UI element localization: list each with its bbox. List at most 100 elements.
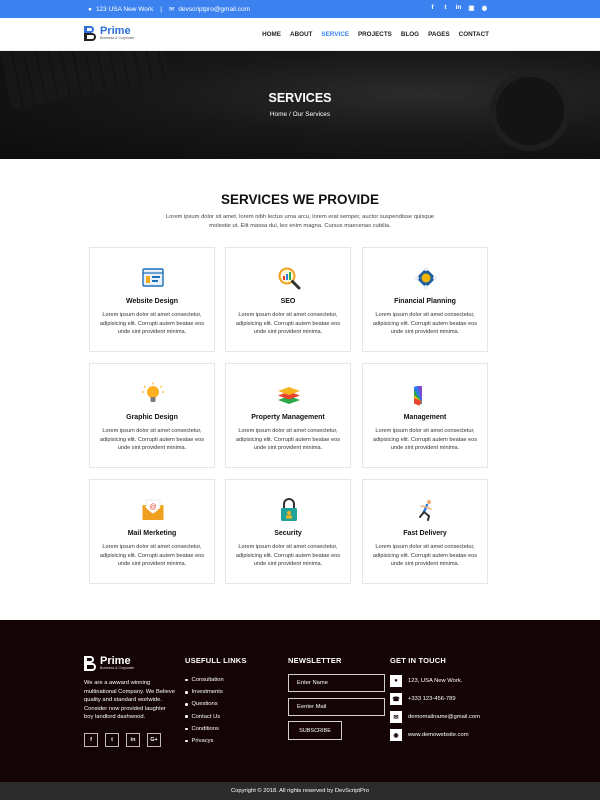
footer-link[interactable]: Questions — [185, 698, 224, 710]
card-title: Website Design — [126, 298, 178, 305]
card-text: Lorem ipsum dolor sit amet consectetur, … — [235, 312, 341, 335]
card-text: Lorem ipsum dolor sit amet consectetur, … — [99, 544, 205, 567]
layers-icon — [278, 387, 300, 404]
footer-social: f t in G+ — [84, 733, 161, 747]
card-text: Lorem ipsum dolor sit amet consectetur, … — [99, 428, 205, 451]
topbar-address: 123 USA New Work — [95, 5, 154, 13]
footer-contact-list: ● 123, USA New Work. ☎ +333 123-456-789 ✉ d… — [390, 672, 480, 744]
google-plus-icon[interactable]: G+ — [147, 733, 161, 747]
newsletter-heading: NEWSLETTER — [288, 656, 342, 665]
contact-address: 123, USA New Work. — [408, 678, 463, 684]
breadcrumb-home[interactable]: Home / — [270, 111, 291, 118]
main-nav: HOME ABOUT SERVICE PROJECTS BLOG PAGES C… — [262, 31, 489, 38]
facebook-icon[interactable]: f — [429, 4, 436, 12]
card-title: Financial Planning — [394, 298, 456, 305]
logo-subtitle: Business & Corporate — [100, 36, 135, 41]
twitter-icon[interactable]: t — [442, 4, 449, 12]
footer-link[interactable]: Investments — [185, 686, 224, 698]
nav-contact[interactable]: CONTACT — [459, 31, 489, 38]
nav-blog[interactable]: BLOG — [401, 31, 419, 38]
newsletter-email-input[interactable]: Eenter Mail — [288, 698, 385, 716]
section-description: Lorem ipsum dolor sit amet, lorem nibh l… — [165, 214, 435, 229]
pinterest-icon[interactable]: ◉ — [481, 4, 488, 12]
card-title: Fast Delivery — [403, 530, 447, 537]
card-title: Property Management — [251, 414, 325, 421]
card-title: Security — [274, 530, 302, 537]
phone-icon: ☎ — [390, 693, 402, 705]
logo-mark-icon — [84, 656, 97, 671]
website-design-icon — [142, 268, 164, 287]
footer-logo-subtitle: Business & Corporate — [100, 666, 135, 671]
contact-item: ◉ www.demowebsite.com — [390, 726, 480, 744]
contact-email[interactable]: demomailname@gmail.com — [408, 714, 480, 720]
card-text: Lorem ipsum dolor sit amet consectetur, … — [372, 428, 478, 451]
map-pin-icon: ● — [390, 675, 402, 687]
service-card-fast-delivery[interactable]: Fast Delivery Lorem ipsum dolor sit amet… — [362, 479, 488, 584]
footer-link[interactable]: Conditions — [185, 723, 224, 735]
footer-link[interactable]: Privacys — [185, 735, 224, 747]
globe-icon: ◉ — [390, 729, 402, 741]
contact-item: ● 123, USA New Work. — [390, 672, 480, 690]
copyright-bar: Copyright © 2018. All rights reserved by… — [0, 782, 600, 800]
linkedin-icon[interactable]: in — [455, 4, 462, 12]
card-title: SEO — [280, 298, 296, 305]
card-text: Lorem ipsum dolor sit amet consectetur, … — [235, 544, 341, 567]
card-text: Lorem ipsum dolor sit amet consectetur, … — [99, 312, 205, 335]
service-card-management[interactable]: Management Lorem ipsum dolor sit amet co… — [362, 363, 488, 468]
footer-logo[interactable]: Prime Business & Corporate — [84, 656, 134, 671]
padlock-icon — [281, 498, 297, 521]
logo[interactable]: Prime Business & Corporate — [84, 26, 134, 41]
topbar-email[interactable]: devscriptpro@gmail.com — [178, 6, 250, 13]
contact-phone[interactable]: +333 123-456-789 — [408, 696, 456, 702]
contact-website[interactable]: www.demowebsite.com — [408, 732, 469, 738]
card-text: Lorem ipsum dolor sit amet consectetur, … — [372, 312, 478, 335]
subscribe-button[interactable]: SUBSCRIBE — [288, 721, 342, 740]
svg-text:@: @ — [149, 504, 156, 511]
top-bar: ● 123 USA New Work | ✉ devscriptpro@gmai… — [0, 0, 600, 18]
facebook-icon[interactable]: f — [84, 733, 98, 747]
card-text: Lorem ipsum dolor sit amet consectetur, … — [235, 428, 341, 451]
financial-planning-icon — [415, 267, 437, 289]
service-card-property-management[interactable]: Property Management Lorem ipsum dolor si… — [225, 363, 351, 468]
contact-heading: GET IN TOUCH — [390, 656, 447, 665]
card-title: Graphic Design — [126, 414, 178, 421]
nav-projects[interactable]: PROJECTS — [358, 31, 392, 38]
instagram-icon[interactable]: ▣ — [468, 4, 475, 12]
seo-magnifier-icon — [278, 267, 301, 290]
card-title: Management — [403, 414, 447, 421]
nav-pages[interactable]: PAGES — [428, 31, 450, 38]
service-card-mail-marketing[interactable]: @ Mail Merketing Lorem ipsum dolor sit a… — [89, 479, 215, 584]
map-pin-icon: ● — [88, 5, 92, 13]
page-title: SERVICES — [268, 91, 332, 105]
footer-links-heading: USEFULL LINKS — [185, 656, 247, 665]
divider: | — [160, 5, 162, 13]
service-card-seo[interactable]: SEO Lorem ipsum dolor sit amet consectet… — [225, 247, 351, 352]
mail-envelope-icon: @ — [142, 499, 164, 520]
footer-link[interactable]: Contact Us — [185, 711, 224, 723]
contact-item: ☎ +333 123-456-789 — [390, 690, 480, 708]
breadcrumb: Home / Our Services — [0, 111, 600, 118]
linkedin-icon[interactable]: in — [126, 733, 140, 747]
service-card-financial-planning[interactable]: Financial Planning Lorem ipsum dolor sit… — [362, 247, 488, 352]
footer-about-text: We are a awward winning multinational Co… — [84, 680, 175, 720]
service-card-website-design[interactable]: Website Design Lorem ipsum dolor sit ame… — [89, 247, 215, 352]
service-card-graphic-design[interactable]: Graphic Design Lorem ipsum dolor sit ame… — [89, 363, 215, 468]
newsletter-name-input[interactable]: Enter Name — [288, 674, 385, 692]
breadcrumb-current: Our Services — [292, 111, 331, 118]
nav-service[interactable]: SERVICE — [321, 31, 349, 38]
topbar-social: f t in ▣ ◉ — [429, 4, 488, 12]
service-card-security[interactable]: Security Lorem ipsum dolor sit amet cons… — [225, 479, 351, 584]
card-text: Lorem ipsum dolor sit amet consectetur, … — [372, 544, 478, 567]
lightbulb-icon — [142, 382, 164, 402]
running-person-icon — [419, 499, 432, 521]
topbar-contact: ● 123 USA New Work | ✉ devscriptpro@gmai… — [88, 5, 250, 14]
twitter-icon[interactable]: t — [105, 733, 119, 747]
color-swatch-icon — [414, 385, 423, 406]
site-footer: Prime Business & Corporate We are a awwa… — [0, 620, 600, 782]
mail-icon: ✉ — [390, 711, 402, 723]
footer-link[interactable]: Consultation — [185, 674, 224, 686]
nav-about[interactable]: ABOUT — [290, 31, 312, 38]
nav-home[interactable]: HOME — [262, 31, 281, 38]
page-hero: SERVICES Home / Our Services — [0, 51, 600, 159]
site-header: Prime Business & Corporate HOME ABOUT SE… — [0, 18, 600, 51]
